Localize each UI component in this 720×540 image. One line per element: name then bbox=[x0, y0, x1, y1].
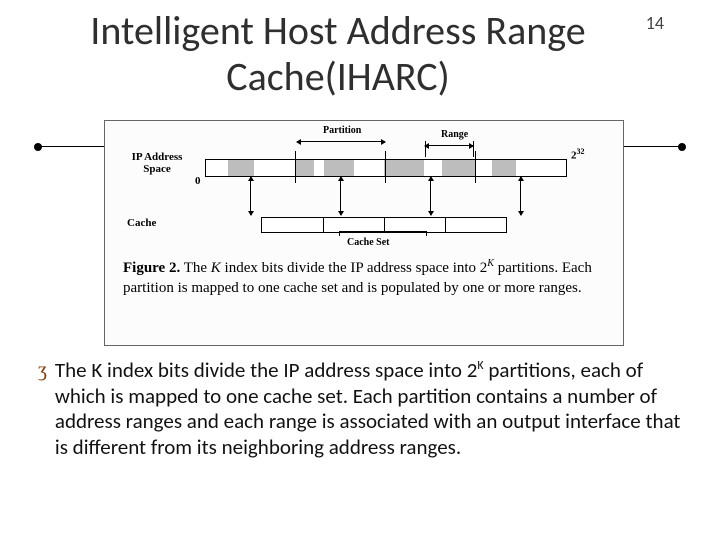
bullet-item: ʒ The K index bits divide the IP address… bbox=[38, 358, 686, 460]
bullet-glyph-icon: ʒ bbox=[38, 358, 47, 383]
ip-address-bar bbox=[205, 159, 567, 177]
partition-divider bbox=[295, 151, 296, 183]
partition-divider bbox=[475, 151, 476, 183]
slide-title: Intelligent Host Address Range Cache(IHA… bbox=[56, 8, 620, 100]
cache-set-brace bbox=[339, 231, 427, 232]
map-arrow bbox=[340, 177, 341, 215]
map-arrow bbox=[430, 177, 431, 215]
cache-label: Cache bbox=[127, 217, 156, 229]
range-label: Range bbox=[441, 129, 468, 140]
figure-card: IP Address Space Cache 0 232 Partition R… bbox=[104, 120, 624, 346]
end-label: 232 bbox=[571, 147, 585, 162]
figure-diagram: IP Address Space Cache 0 232 Partition R… bbox=[105, 121, 623, 253]
partition-label: Partition bbox=[323, 125, 361, 136]
partition-span-arrow bbox=[297, 141, 385, 142]
bullet-text: The K index bits divide the IP address s… bbox=[55, 358, 686, 460]
body-text: ʒ The K index bits divide the IP address… bbox=[38, 358, 686, 460]
partition-divider bbox=[385, 151, 386, 183]
cache-set-label: Cache Set bbox=[347, 237, 390, 248]
zero-label: 0 bbox=[195, 175, 201, 187]
range-tick-left bbox=[425, 141, 426, 157]
figure-caption-label: Figure 2. bbox=[123, 260, 180, 276]
range-tick-right bbox=[473, 141, 474, 157]
slide: 14 Intelligent Host Address Range Cache(… bbox=[0, 0, 720, 540]
range-span-arrow bbox=[425, 145, 473, 146]
map-arrow bbox=[250, 177, 251, 215]
figure-caption: Figure 2. The K index bits divide the IP… bbox=[123, 257, 605, 299]
page-number: 14 bbox=[646, 12, 664, 34]
ip-space-label: IP Address Space bbox=[127, 151, 187, 175]
map-arrow bbox=[520, 177, 521, 215]
